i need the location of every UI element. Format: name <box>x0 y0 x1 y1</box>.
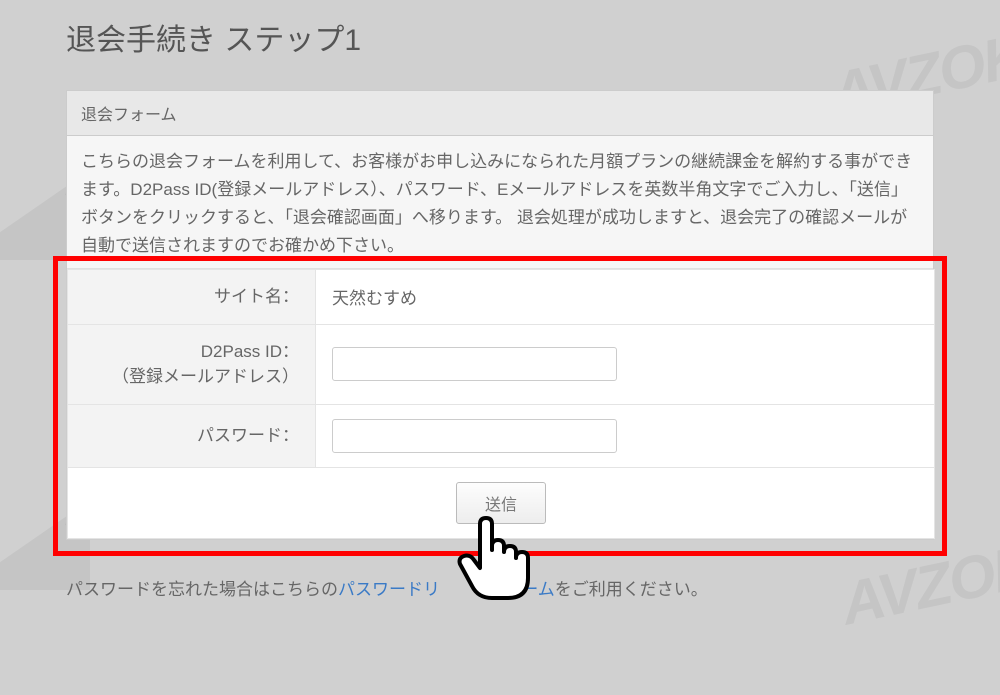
submit-button[interactable]: 送信 <box>456 482 546 524</box>
footer-before: パスワードを忘れた場合はこちらの <box>66 580 338 599</box>
form-panel: 退会フォーム こちらの退会フォームを利用して、お客様がお申し込みになられた月額プ… <box>66 90 934 540</box>
panel-description: こちらの退会フォームを利用して、お客様がお申し込みになられた月額プランの継続課金… <box>67 136 933 269</box>
label-d2pass-line2: （登録メールアドレス） <box>112 367 299 386</box>
password-input[interactable] <box>332 419 617 453</box>
label-password: パスワード： <box>68 404 316 467</box>
row-submit: 送信 <box>68 467 935 538</box>
d2pass-id-input[interactable] <box>332 347 617 381</box>
footer-after: をご利用ください。 <box>555 580 708 599</box>
label-d2pass-id: D2Pass ID： （登録メールアドレス） <box>68 324 316 404</box>
row-d2pass-id: D2Pass ID： （登録メールアドレス） <box>68 324 935 404</box>
password-reset-link[interactable]: パスワードリ フォーム <box>338 580 555 599</box>
row-site-name: サイト名： 天然むすめ <box>68 270 935 325</box>
footer-text: パスワードを忘れた場合はこちらのパスワードリ フォームをご利用ください。 <box>66 575 708 600</box>
value-site-name: 天然むすめ <box>316 270 935 325</box>
watermark-text: AVZOK <box>835 530 1000 638</box>
form-table: サイト名： 天然むすめ D2Pass ID： （登録メールアドレス） パスワード… <box>67 269 935 539</box>
panel-header: 退会フォーム <box>67 91 933 136</box>
page-title: 退会手続き ステップ1 <box>66 15 361 59</box>
row-password: パスワード： <box>68 404 935 467</box>
label-d2pass-line1: D2Pass ID： <box>201 342 299 361</box>
label-site-name: サイト名： <box>68 270 316 325</box>
